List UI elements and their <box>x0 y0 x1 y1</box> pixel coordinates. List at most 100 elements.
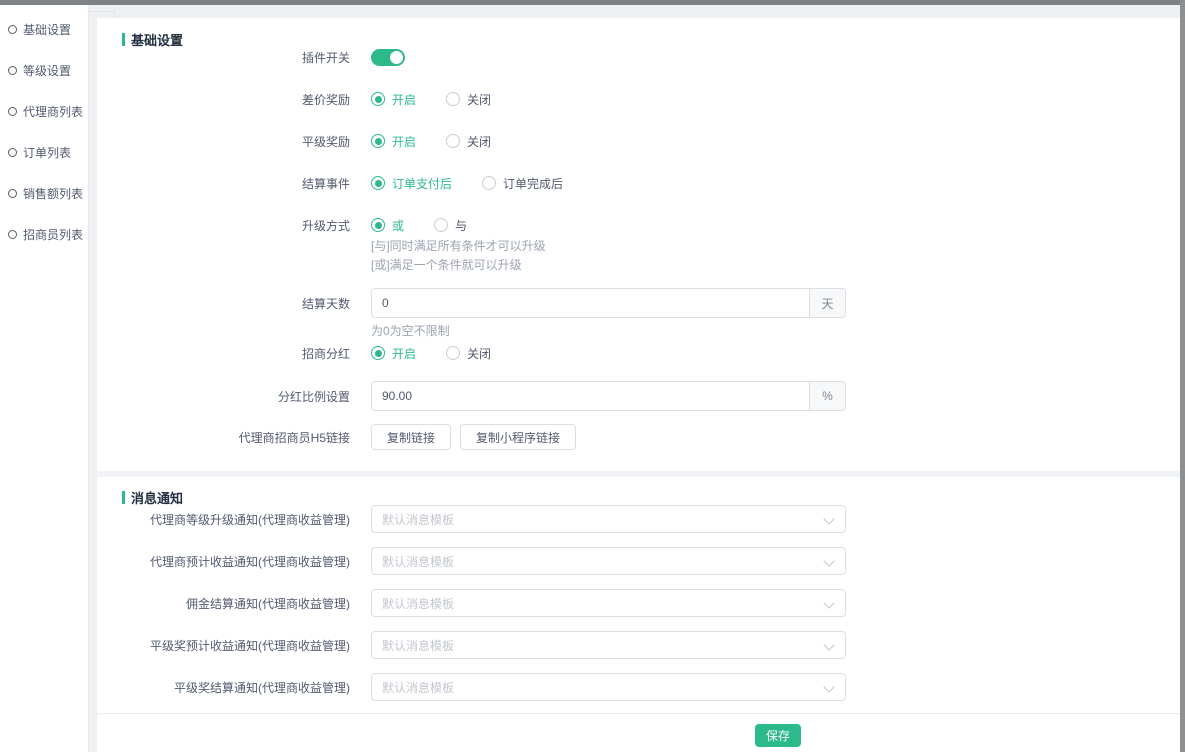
field-label: 差价奖励 <box>97 89 350 109</box>
radio-on[interactable]: 开启 <box>371 345 416 362</box>
radio-icon <box>434 218 448 232</box>
circle-icon <box>8 107 17 116</box>
sidebar-item-basic-settings[interactable]: 基础设置 <box>0 9 88 50</box>
form-row-h5-link: 代理商招商员H5链接 复制链接 复制小程序链接 <box>97 424 1180 450</box>
sidebar: 基础设置 等级设置 代理商列表 订单列表 销售额列表 招商员列表 <box>0 5 89 752</box>
sidebar-item-label: 销售额列表 <box>23 185 83 202</box>
chevron-down-icon <box>823 513 834 524</box>
radio-icon <box>482 176 496 190</box>
field-label: 佣金结算通知(代理商收益管理) <box>97 589 350 617</box>
radio-icon <box>446 346 460 360</box>
radio-label: 开启 <box>392 133 416 150</box>
radio-after-complete[interactable]: 订单完成后 <box>482 175 563 192</box>
radio-off[interactable]: 关闭 <box>446 91 491 108</box>
field-label: 结算天数 <box>97 288 350 318</box>
commission-settle-template-select[interactable]: 默认消息模板 <box>371 589 846 617</box>
field-label: 平级奖预计收益通知(代理商收益管理) <box>97 631 350 659</box>
form-row-notify-expected-income: 代理商预计收益通知(代理商收益管理) 默认消息模板 <box>97 547 1180 575</box>
form-row-notify-commission-settle: 佣金结算通知(代理商收益管理) 默认消息模板 <box>97 589 1180 617</box>
radio-on[interactable]: 开启 <box>371 91 416 108</box>
price-diff-radio-group: 开启 关闭 <box>371 91 491 108</box>
radio-label: 关闭 <box>467 133 491 150</box>
form-row-level-reward: 平级奖励 开启 关闭 <box>97 131 1180 151</box>
vertical-scrollbar[interactable] <box>1180 0 1185 752</box>
chevron-down-icon <box>823 555 834 566</box>
sidebar-item-level-settings[interactable]: 等级设置 <box>0 50 88 91</box>
form-row-plugin-switch: 插件开关 <box>97 47 1180 67</box>
level-reward-radio-group: 开启 关闭 <box>371 133 491 150</box>
radio-icon <box>371 176 385 190</box>
level-upgrade-template-select[interactable]: 默认消息模板 <box>371 505 846 533</box>
radio-on[interactable]: 开启 <box>371 133 416 150</box>
radio-icon <box>371 218 385 232</box>
save-button[interactable]: 保存 <box>755 724 801 747</box>
upgrade-mode-radio-group: 或 与 <box>371 217 467 234</box>
circle-icon <box>8 189 17 198</box>
radio-off[interactable]: 关闭 <box>446 345 491 362</box>
footer-divider <box>97 713 1180 716</box>
sidebar-item-sales-list[interactable]: 销售额列表 <box>0 173 88 214</box>
horizontal-scrollbar[interactable] <box>0 0 1185 5</box>
expected-income-template-select[interactable]: 默认消息模板 <box>371 547 846 575</box>
toggle-knob <box>390 51 403 64</box>
main-panel: 基础设置 插件开关 差价奖励 开启 关闭 平级 <box>97 18 1180 752</box>
radio-after-pay[interactable]: 订单支付后 <box>371 175 452 192</box>
copy-miniprogram-link-button[interactable]: 复制小程序链接 <box>460 424 576 450</box>
sidebar-item-recruiter-list[interactable]: 招商员列表 <box>0 214 88 255</box>
dividend-ratio-unit: % <box>810 381 846 411</box>
sidebar-item-label: 订单列表 <box>23 144 71 161</box>
radio-label: 或 <box>392 217 404 234</box>
radio-label: 订单完成后 <box>503 175 563 192</box>
sidebar-item-order-list[interactable]: 订单列表 <box>0 132 88 173</box>
sidebar-item-label: 基础设置 <box>23 21 71 38</box>
select-placeholder: 默认消息模板 <box>382 511 454 528</box>
sidebar-item-agent-list[interactable]: 代理商列表 <box>0 91 88 132</box>
radio-label: 开启 <box>392 91 416 108</box>
radio-label: 关闭 <box>467 91 491 108</box>
helper-line-or: [或]满足一个条件就可以升级 <box>371 256 546 275</box>
helper-line-and: [与]同时满足所有条件才可以升级 <box>371 237 546 256</box>
section-separator <box>97 471 1180 477</box>
field-label: 招商分红 <box>97 343 350 363</box>
form-row-notify-level-upgrade: 代理商等级升级通知(代理商收益管理) 默认消息模板 <box>97 505 1180 533</box>
form-row-invest-dividend: 招商分红 开启 关闭 <box>97 343 1180 363</box>
circle-icon <box>8 66 17 75</box>
sidebar-item-label: 招商员列表 <box>23 226 83 243</box>
settle-event-radio-group: 订单支付后 订单完成后 <box>371 175 563 192</box>
field-label: 平级奖结算通知(代理商收益管理) <box>97 673 350 701</box>
radio-off[interactable]: 关闭 <box>446 133 491 150</box>
radio-and[interactable]: 与 <box>434 217 467 234</box>
radio-icon <box>446 92 460 106</box>
settle-days-unit: 天 <box>810 288 846 318</box>
select-placeholder: 默认消息模板 <box>382 637 454 654</box>
select-placeholder: 默认消息模板 <box>382 679 454 696</box>
settle-days-input[interactable] <box>371 288 810 318</box>
plugin-switch-toggle[interactable] <box>371 49 405 66</box>
form-row-upgrade-mode: 升级方式 或 与 <box>97 215 1180 235</box>
invest-dividend-radio-group: 开启 关闭 <box>371 345 491 362</box>
radio-label: 订单支付后 <box>392 175 452 192</box>
radio-or[interactable]: 或 <box>371 217 404 234</box>
form-row-price-diff-reward: 差价奖励 开启 关闭 <box>97 89 1180 109</box>
circle-icon <box>8 230 17 239</box>
chevron-down-icon <box>823 681 834 692</box>
level-reward-settle-template-select[interactable]: 默认消息模板 <box>371 673 846 701</box>
chevron-down-icon <box>823 639 834 650</box>
field-label: 分红比例设置 <box>97 381 350 411</box>
level-reward-expected-template-select[interactable]: 默认消息模板 <box>371 631 846 659</box>
sidebar-item-label: 代理商列表 <box>23 103 83 120</box>
radio-icon <box>371 92 385 106</box>
radio-label: 开启 <box>392 345 416 362</box>
copy-link-button[interactable]: 复制链接 <box>371 424 451 450</box>
radio-label: 关闭 <box>467 345 491 362</box>
form-row-notify-level-reward-expected: 平级奖预计收益通知(代理商收益管理) 默认消息模板 <box>97 631 1180 659</box>
section-accent-bar <box>122 491 125 504</box>
form-row-settle-event: 结算事件 订单支付后 订单完成后 <box>97 173 1180 193</box>
select-placeholder: 默认消息模板 <box>382 553 454 570</box>
field-label: 代理商等级升级通知(代理商收益管理) <box>97 505 350 533</box>
dividend-ratio-input[interactable] <box>371 381 810 411</box>
circle-icon <box>8 25 17 34</box>
settle-days-helper: 为0为空不限制 <box>371 322 450 341</box>
upgrade-mode-helper: [与]同时满足所有条件才可以升级 [或]满足一个条件就可以升级 <box>371 237 546 275</box>
field-label: 结算事件 <box>97 173 350 193</box>
